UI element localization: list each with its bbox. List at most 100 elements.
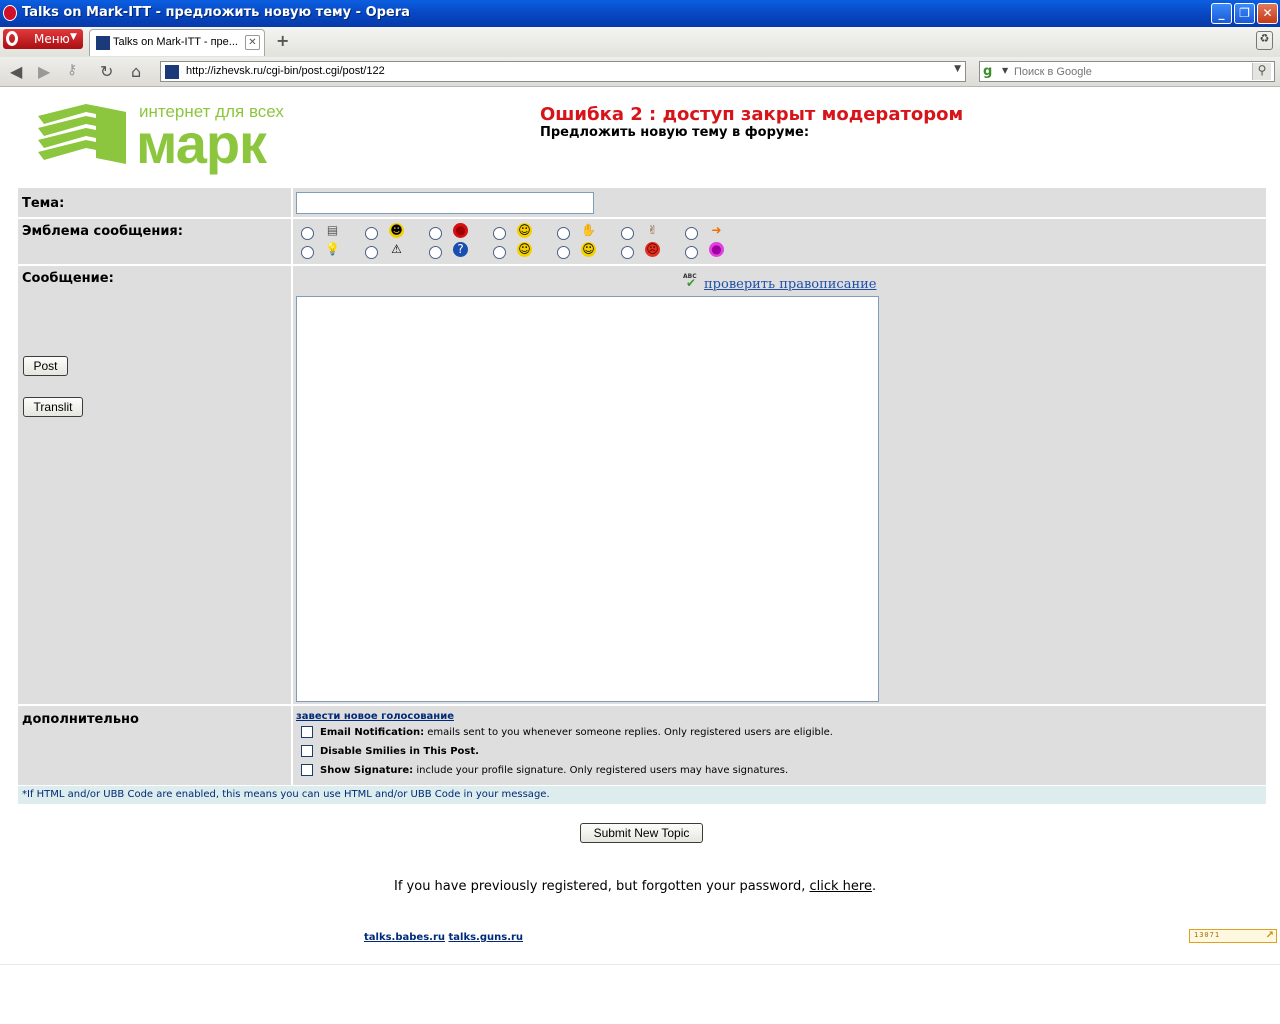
cool-icon: ☺	[517, 242, 532, 257]
row-divider	[18, 704, 1266, 706]
forgot-password-text: If you have previously registered, but f…	[394, 879, 876, 894]
translit-button[interactable]: Translit	[23, 397, 83, 417]
emblem-radio[interactable]	[365, 227, 378, 240]
search-box[interactable]: g ▼ ⚲	[979, 61, 1275, 82]
ubb-note: *If HTML and/or UBB Code are enabled, th…	[18, 786, 1266, 804]
thumbs-down-icon: ✋	[581, 223, 596, 237]
emblem-radio[interactable]	[493, 246, 506, 259]
emblem-radio[interactable]	[301, 246, 314, 259]
emblem-radio[interactable]	[365, 246, 378, 259]
window-titlebar: Talks on Mark-ITT - предложить новую тем…	[0, 0, 1280, 27]
forward-icon[interactable]: ▶	[38, 62, 50, 81]
submit-new-topic-button[interactable]: Submit New Topic	[580, 823, 703, 843]
message-label: Сообщение:	[22, 271, 114, 286]
google-icon[interactable]: g	[983, 64, 992, 79]
opera-logo-icon	[3, 5, 17, 21]
option-title: Email Notification:	[320, 727, 425, 738]
back-icon[interactable]: ◀	[10, 62, 22, 81]
show-signature-option: Show Signature: include your profile sig…	[320, 765, 788, 776]
tab-active[interactable]: Talks on Mark-ITT - пре... ✕	[89, 29, 265, 56]
note-icon: ▤	[326, 223, 339, 237]
trash-icon[interactable]: ♻	[1256, 31, 1273, 50]
babes-link[interactable]: talks.babes.ru	[364, 932, 445, 943]
key-icon[interactable]: ⚷	[67, 62, 77, 78]
extra-label: дополнительно	[22, 712, 139, 727]
minimize-button[interactable]: _	[1211, 3, 1232, 24]
logo-stripes-icon	[38, 104, 126, 164]
arrow-icon: ↗	[1265, 930, 1274, 941]
page-subtitle: Предложить новую тему в форуме:	[540, 125, 810, 140]
message-textarea[interactable]	[296, 296, 879, 702]
emblem-radio[interactable]	[685, 227, 698, 240]
navigation-bar: ◀ ▶ ⚷ ↻ ⌂ http://izhevsk.ru/cgi-bin/post…	[0, 57, 1280, 87]
arrow-icon: ➜	[711, 223, 722, 237]
forgot-end: .	[871, 879, 877, 894]
option-text: emails sent to you whenever someone repl…	[424, 727, 833, 738]
search-icon[interactable]: ⚲	[1252, 63, 1271, 80]
url-text: http://izhevsk.ru/cgi-bin/post.cgi/post/…	[186, 65, 385, 77]
show-signature-checkbox[interactable]	[301, 764, 313, 776]
logo-name: марк	[136, 112, 267, 175]
warning-icon: ⚠	[391, 242, 402, 256]
opera-menu-label: Меню	[34, 32, 70, 46]
guns-link[interactable]: talks.guns.ru	[449, 932, 524, 943]
tab-label: Talks on Mark-ITT - пре...	[113, 36, 238, 48]
chevron-down-icon: ▼	[70, 32, 77, 42]
emblem-radio[interactable]	[429, 246, 442, 259]
emblem-radio[interactable]	[301, 227, 314, 240]
email-notification-checkbox[interactable]	[301, 726, 313, 738]
subject-label: Тема:	[22, 196, 65, 211]
question-icon: ?	[453, 242, 468, 257]
emblem-radio[interactable]	[557, 227, 570, 240]
angry-icon: ☹	[645, 242, 660, 257]
close-tab-icon[interactable]: ✕	[245, 35, 260, 50]
ubb-note-text: *If HTML and/or UBB Code are enabled, th…	[22, 789, 550, 800]
address-bar[interactable]: http://izhevsk.ru/cgi-bin/post.cgi/post/…	[160, 61, 966, 82]
new-tab-icon[interactable]: +	[276, 31, 289, 50]
site-favicon-icon	[96, 36, 110, 50]
close-window-button[interactable]: ✕	[1257, 3, 1278, 24]
page-bottom-edge	[0, 964, 1280, 965]
spellcheck-link[interactable]: проверить правописание	[704, 277, 876, 292]
column-divider	[291, 188, 293, 785]
option-text: include your profile signature. Only reg…	[413, 765, 789, 776]
lightbulb-icon: 💡	[325, 242, 340, 256]
visit-counter[interactable]: 13071 ↗	[1189, 929, 1277, 943]
grin-icon: ☻	[389, 223, 404, 238]
tab-bar: Меню ▼ Talks on Mark-ITT - пре... ✕ + ♻	[0, 27, 1280, 58]
emblem-radio[interactable]	[557, 246, 570, 259]
emblem-radio[interactable]	[621, 246, 634, 259]
counter-value: 13071	[1194, 931, 1221, 939]
restore-button[interactable]: ❐	[1234, 3, 1255, 24]
post-button[interactable]: Post	[23, 356, 68, 376]
window-title: Talks on Mark-ITT - предложить новую тем…	[22, 5, 410, 20]
url-dropdown-icon[interactable]: ▼	[954, 64, 961, 74]
disable-smilies-checkbox[interactable]	[301, 745, 313, 757]
row-divider	[18, 217, 1266, 219]
happy-icon: ☺	[581, 242, 596, 257]
opera-menu-button[interactable]: Меню ▼	[3, 29, 83, 49]
emblem-radio[interactable]	[429, 227, 442, 240]
search-engine-dropdown-icon[interactable]: ▼	[1002, 66, 1008, 75]
search-input[interactable]	[1014, 64, 1250, 79]
opera-o-icon	[6, 31, 18, 46]
spellcheck-icon[interactable]: ABC ✔	[683, 273, 701, 290]
option-title: Show Signature:	[320, 765, 414, 776]
forgot-text: If you have previously registered, but f…	[394, 879, 810, 894]
smile-icon: ☺	[517, 223, 532, 238]
home-icon[interactable]: ⌂	[131, 62, 141, 81]
email-notification-option: Email Notification: emails sent to you w…	[320, 727, 833, 738]
site-logo[interactable]: интернет для всех марк	[36, 102, 298, 174]
row-divider	[18, 264, 1266, 266]
thumbs-up-icon: ✌	[647, 223, 658, 237]
option-title: Disable Smilies in This Post.	[320, 746, 479, 757]
emblem-radio[interactable]	[685, 246, 698, 259]
new-poll-link[interactable]: завести новое голосование	[296, 711, 454, 722]
error-title: Ошибка 2 : доступ закрыт модератором	[540, 104, 964, 125]
reload-icon[interactable]: ↻	[100, 62, 113, 81]
subject-input[interactable]	[296, 192, 594, 214]
emblem-radio[interactable]	[493, 227, 506, 240]
emblem-radio[interactable]	[621, 227, 634, 240]
forgot-password-link[interactable]: click here	[809, 879, 871, 894]
mad-icon: ●	[453, 223, 468, 238]
